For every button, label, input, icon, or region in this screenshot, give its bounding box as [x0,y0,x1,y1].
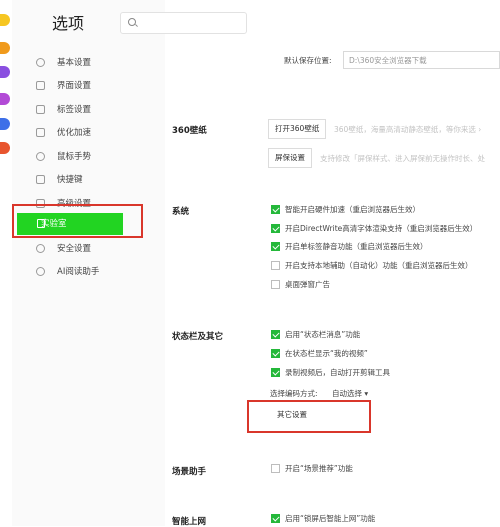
app-icon-violet[interactable] [0,93,10,105]
chevron-down-icon: ▾ [364,389,369,398]
option-smart-lockscreen[interactable]: 启用“锁屏后智能上网”功能 [271,512,375,526]
app-strip [0,0,12,526]
app-icon-purple[interactable] [0,66,10,78]
section-smart: 智能上网 [172,517,207,527]
highlight-box-other-settings [247,400,371,433]
checkbox-checked[interactable] [271,329,280,339]
screensaver-desc: 支持修改「屏保样式、进入屏保前无操作时长、处 [320,154,485,163]
checkbox-unchecked[interactable] [271,260,280,270]
download-path-input[interactable]: D:\360安全浏览器下载 [343,51,500,69]
mouse-icon [36,152,45,161]
search-icon [128,18,136,26]
sidebar-item-speed[interactable]: 优化加速 [36,125,91,141]
section-statusbar: 状态栏及其它 [172,332,224,342]
download-path-label: 默认保存位置: [284,56,332,65]
section-scene: 场景助手 [172,467,207,477]
checkbox-checked[interactable] [271,241,280,251]
app-icon-red[interactable] [0,142,10,154]
option-tab-mute[interactable]: 开启单标签静音功能（重启浏览器后生效） [271,240,428,254]
option-my-video[interactable]: 在状态栏显示“我的视频” [271,347,368,361]
option-local-assist[interactable]: 开启支持本地辅助（自动化）功能（重启浏览器后生效） [271,259,473,273]
sidebar-item-mouse-gesture[interactable]: 鼠标手势 [36,149,91,165]
search-input[interactable] [120,12,247,34]
section-wallpaper: 360壁纸 [172,126,207,136]
option-hardware-accel[interactable]: 智能开启硬件加速（重启浏览器后生效） [271,203,420,217]
sidebar-item-shortcuts[interactable]: 快捷键 [36,172,83,188]
option-statusbar-msg[interactable]: 启用“状态栏消息”功能 [271,328,360,342]
sidebar-item-security[interactable]: 安全设置 [36,241,91,257]
checkbox-unchecked[interactable] [271,279,280,289]
screensaver-button[interactable]: 屏保设置 [268,148,312,168]
gear-icon [36,58,45,67]
ai-reader-icon [36,267,45,276]
keyboard-icon [36,175,45,184]
lightning-icon [36,128,45,137]
app-icon-yellow[interactable] [0,14,10,26]
checkbox-checked[interactable] [271,204,280,214]
sidebar-item-ai-reader[interactable]: AI阅读助手 [36,264,99,280]
section-system: 系统 [172,207,190,217]
checkbox-checked[interactable] [271,513,280,523]
option-directwrite[interactable]: 开启DirectWrite高清字体渲染支持（重启浏览器后生效） [271,222,477,236]
sidebar-item-basic[interactable]: 基本设置 [36,55,91,71]
sidebar-item-interface[interactable]: 界面设置 [36,78,91,94]
sidebar-item-tabs[interactable]: 标签设置 [36,102,91,118]
encoding-label: 选择编码方式: [270,389,318,398]
checkbox-checked[interactable] [271,367,280,377]
window-icon [36,81,45,90]
app-icon-orange[interactable] [0,42,10,54]
option-desktop-popup[interactable]: 桌面弹窗广告 [271,278,330,292]
option-auto-edit[interactable]: 录制视频后，自动打开剪辑工具 [271,366,390,380]
highlight-box-lab [12,204,143,238]
page-title: 选项 [52,14,85,33]
shield-icon [36,244,45,253]
wallpaper-desc: 360壁纸，海量高清动静态壁纸，等你来选 › [334,125,482,134]
checkbox-checked[interactable] [271,348,280,358]
app-icon-blue[interactable] [0,118,10,130]
tab-icon [36,105,45,114]
open-wallpaper-button[interactable]: 打开360壁纸 [268,119,327,139]
encoding-select[interactable]: 自动选择 ▾ [332,388,368,399]
checkbox-unchecked[interactable] [271,463,280,473]
option-scene-recommend[interactable]: 开启“场景推荐”功能 [271,462,353,476]
checkbox-checked[interactable] [271,223,280,233]
